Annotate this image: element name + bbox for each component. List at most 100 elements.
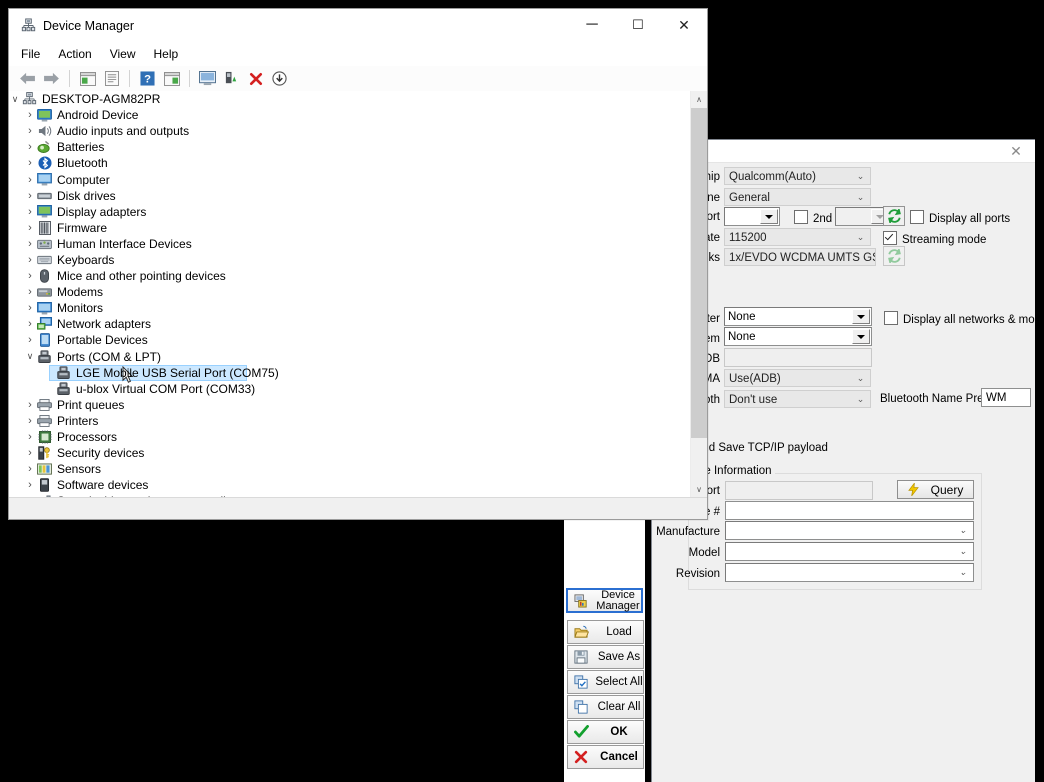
scan-hardware-changes-icon[interactable] (197, 68, 218, 89)
chevron-right-icon[interactable]: › (24, 284, 36, 300)
chevron-right-icon[interactable]: › (24, 139, 36, 155)
close-button[interactable]: ✕ (661, 9, 707, 41)
chevron-right-icon[interactable]: › (24, 268, 36, 284)
disable-device-icon[interactable] (269, 68, 290, 89)
baudrate-combobox[interactable]: 115200 ⌄ (724, 228, 871, 246)
chevron-right-icon[interactable]: › (24, 316, 36, 332)
chevron-right-icon[interactable]: › (24, 155, 36, 171)
update-driver-icon[interactable] (161, 68, 182, 89)
phone-type-combobox[interactable]: General ⌄ (724, 188, 871, 206)
chevron-right-icon[interactable]: › (24, 300, 36, 316)
second-port-checkbox[interactable]: 2nd (794, 210, 832, 225)
tree-item[interactable]: › Batteries (9, 139, 691, 155)
tree-item[interactable]: › Network adapters (9, 316, 691, 332)
chevron-right-icon[interactable]: › (24, 332, 36, 348)
adb-field[interactable] (724, 348, 872, 367)
maximize-button[interactable]: ☐ (615, 9, 661, 41)
tree-item[interactable]: › Keyboards (9, 252, 691, 268)
tree-item[interactable]: › Modems (9, 284, 691, 300)
revision-combobox[interactable]: ⌄ (725, 563, 974, 582)
device-tree[interactable]: ∨ DESKTOP-AGM82PR › Android Device › Audio in… (9, 91, 691, 498)
tree-item[interactable]: › Computer (9, 171, 691, 187)
minimize-button[interactable]: ─ (569, 9, 615, 41)
help-icon[interactable]: ? (137, 68, 158, 89)
query-button[interactable]: Query (897, 480, 974, 499)
chevron-right-icon[interactable]: › (24, 107, 36, 123)
tree-item[interactable]: › Bluetooth (9, 155, 691, 171)
tree-item[interactable]: ∨ Ports (COM & LPT) (9, 349, 691, 365)
tree-item[interactable]: ∨ DESKTOP-AGM82PR (9, 91, 691, 107)
tree-item[interactable]: › Mice and other pointing devices (9, 268, 691, 284)
menu-item-file[interactable]: File (21, 47, 40, 61)
tree-item[interactable]: › Firmware (9, 220, 691, 236)
phone-port-field[interactable] (725, 481, 873, 500)
refresh-ports-button[interactable] (883, 206, 905, 226)
streaming-mode-checkbox[interactable]: Streaming mode (883, 231, 986, 246)
chevron-right-icon[interactable]: › (24, 445, 36, 461)
chevron-right-icon[interactable]: › (24, 188, 36, 204)
port-combobox[interactable] (724, 207, 780, 226)
properties-icon[interactable] (101, 68, 122, 89)
chevron-right-icon[interactable]: › (24, 252, 36, 268)
chevron-down-icon[interactable]: ∨ (24, 349, 36, 365)
device-manager-button[interactable]: Device Manager (566, 588, 643, 613)
dropdown-arrow-icon[interactable] (852, 309, 870, 324)
masks-field[interactable]: 1x/EVDO WCDMA UMTS GSM LT (724, 248, 876, 266)
display-all-networks-checkbox[interactable]: Display all networks & modems (884, 311, 1044, 326)
tree-item[interactable]: › Android Device (9, 107, 691, 123)
load-button[interactable]: Load (567, 620, 644, 644)
chevron-right-icon[interactable]: › (24, 172, 36, 188)
forward-arrow-icon[interactable] (41, 68, 62, 89)
select-all-button[interactable]: Select All (567, 670, 644, 694)
chevron-right-icon[interactable]: › (24, 413, 36, 429)
display-all-ports-checkbox[interactable]: Display all ports (910, 210, 1010, 225)
bluetooth-prefix-field[interactable]: WM (981, 388, 1031, 407)
close-icon[interactable]: ✕ (1005, 142, 1027, 160)
chevron-right-icon[interactable]: › (24, 461, 36, 477)
tree-item[interactable]: › Portable Devices (9, 332, 691, 348)
chip-combobox[interactable]: Qualcomm(Auto) ⌄ (724, 167, 871, 185)
show-hidden-devices-icon[interactable] (77, 68, 98, 89)
chevron-right-icon[interactable]: › (24, 220, 36, 236)
menu-item-action[interactable]: Action (58, 47, 91, 61)
chevron-down-icon[interactable]: ⌄ (954, 544, 972, 559)
save-as-button[interactable]: Save As (567, 645, 644, 669)
chevron-right-icon[interactable]: › (24, 429, 36, 445)
tree-item[interactable]: › Security devices (9, 445, 691, 461)
model-combobox[interactable]: ⌄ (725, 542, 974, 561)
scroll-up-arrow-icon[interactable]: ∧ (691, 91, 707, 108)
chevron-down-icon[interactable]: ⌄ (954, 565, 972, 580)
dropdown-arrow-icon[interactable] (852, 329, 870, 344)
chevron-down-icon[interactable]: ∨ (9, 91, 21, 107)
tree-item[interactable]: › Processors (9, 429, 691, 445)
tree-item[interactable]: u-blox Virtual COM Port (COM33) (9, 381, 691, 397)
bluetooth-combobox[interactable]: Don't use ⌄ (724, 390, 871, 408)
scrollbar-thumb[interactable] (691, 108, 707, 438)
modem-combobox[interactable]: None (724, 327, 872, 346)
chevron-right-icon[interactable]: › (24, 236, 36, 252)
tree-item[interactable]: › Display adapters (9, 204, 691, 220)
clear-all-button[interactable]: Clear All (567, 695, 644, 719)
chevron-right-icon[interactable]: › (24, 477, 36, 493)
tree-item[interactable]: › Human Interface Devices (9, 236, 691, 252)
tree-item[interactable]: › Audio inputs and outputs (9, 123, 691, 139)
ma-combobox[interactable]: Use(ADB) ⌄ (724, 369, 871, 387)
chevron-down-icon[interactable]: ⌄ (954, 523, 972, 538)
menu-item-help[interactable]: Help (154, 47, 179, 61)
tree-item[interactable]: › Print queues (9, 397, 691, 413)
chevron-right-icon[interactable]: › (24, 204, 36, 220)
menu-item-view[interactable]: View (110, 47, 136, 61)
chevron-right-icon[interactable]: › (24, 397, 36, 413)
tree-item[interactable]: › Monitors (9, 300, 691, 316)
manufacture-combobox[interactable]: ⌄ (725, 521, 974, 540)
ok-button[interactable]: OK (567, 720, 644, 744)
cancel-button[interactable]: Cancel (567, 745, 644, 769)
vertical-scrollbar[interactable]: ∧ ∨ (690, 91, 707, 498)
adapter-combobox[interactable]: None (724, 307, 872, 326)
back-arrow-icon[interactable] (17, 68, 38, 89)
uninstall-device-icon[interactable] (245, 68, 266, 89)
masks-refresh-button[interactable] (883, 246, 905, 266)
dropdown-arrow-icon[interactable] (760, 209, 778, 224)
scroll-down-arrow-icon[interactable]: ∨ (691, 481, 707, 498)
tree-item[interactable]: › Software devices (9, 477, 691, 493)
